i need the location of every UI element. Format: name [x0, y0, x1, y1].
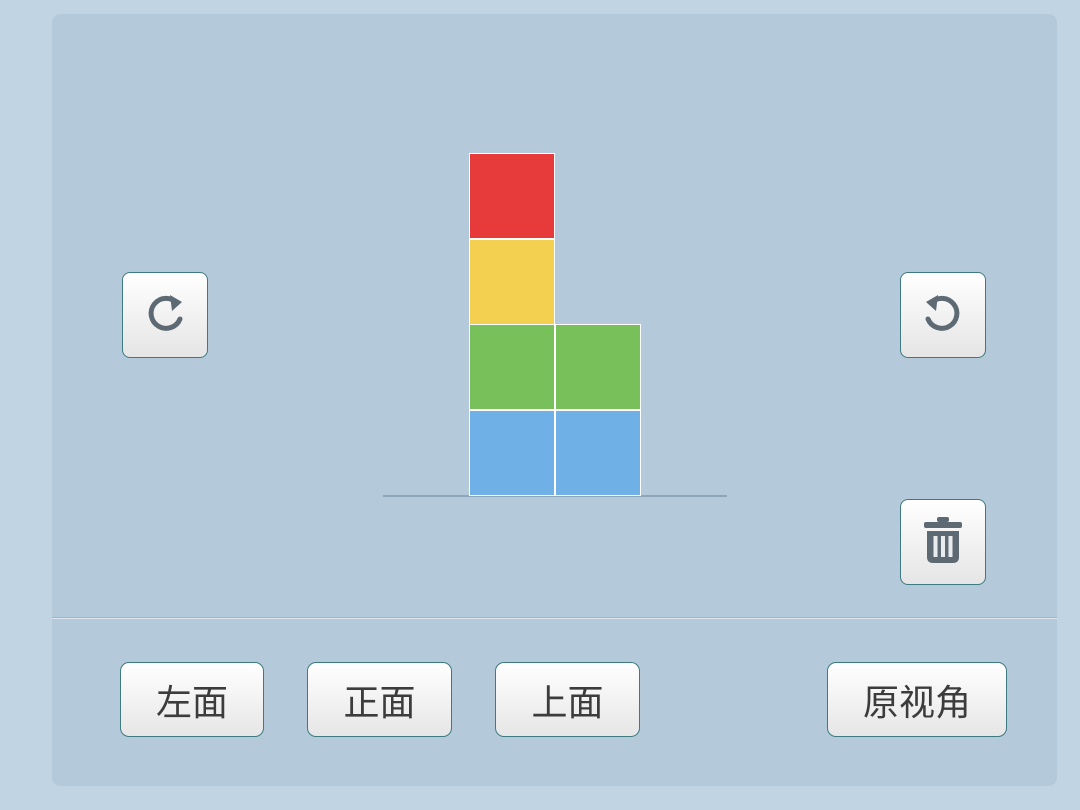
trash-icon: [921, 515, 965, 569]
rotate-counterclockwise-button[interactable]: [900, 272, 986, 358]
cube-4[interactable]: [554, 324, 641, 410]
rotate-counterclockwise-icon: [919, 289, 967, 341]
rotate-clockwise-icon: [141, 289, 189, 341]
panel-divider: [52, 617, 1057, 619]
cube-6[interactable]: [469, 153, 555, 239]
reset-view-button[interactable]: 原视角: [827, 662, 1007, 737]
cube-3[interactable]: [469, 324, 555, 410]
rotate-clockwise-button[interactable]: [122, 272, 208, 358]
top-view-button[interactable]: 上面: [495, 662, 640, 737]
cube-5[interactable]: [469, 238, 555, 325]
delete-button[interactable]: [900, 499, 986, 585]
cube-2[interactable]: [554, 409, 641, 496]
front-view-button[interactable]: 正面: [307, 662, 452, 737]
cube-1[interactable]: [469, 409, 555, 496]
left-view-button[interactable]: 左面: [120, 662, 264, 737]
